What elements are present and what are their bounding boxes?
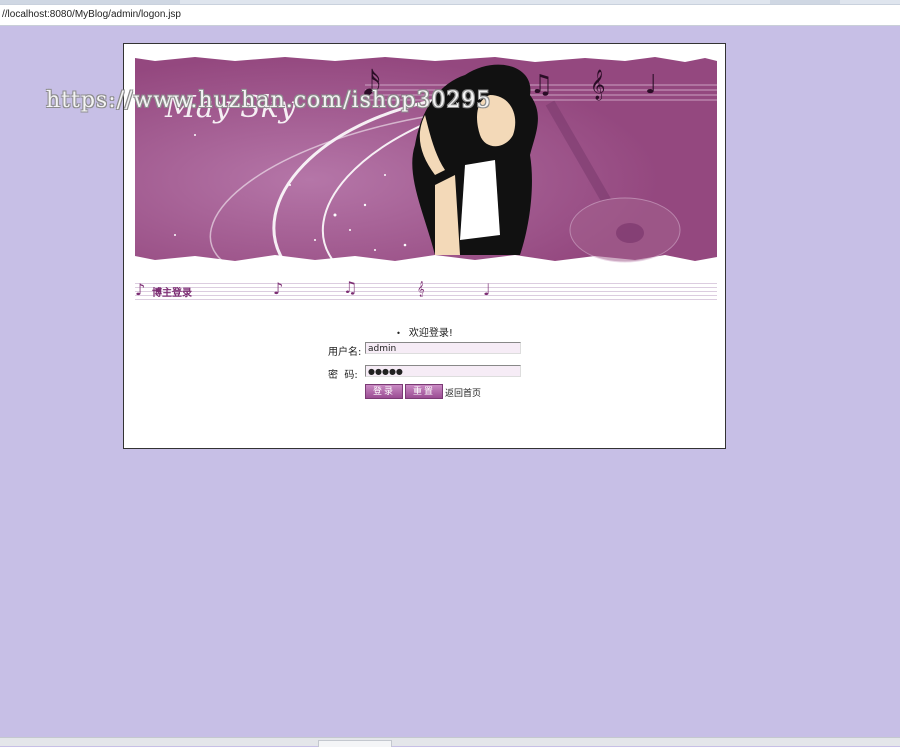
svg-text:𝄞: 𝄞 <box>590 69 605 101</box>
password-label: 密 码: <box>328 370 358 381</box>
url-text[interactable]: //localhost:8080/MyBlog/admin/logon.jsp <box>2 9 181 20</box>
banner-image: 𝅘𝅥𝅯 ♫ 𝄞 ♩ May Sky <box>135 55 717 263</box>
username-input[interactable]: admin <box>365 342 521 354</box>
banner-logo-text: May Sky <box>164 90 297 125</box>
banner-illustration: 𝅘𝅥𝅯 ♫ 𝄞 ♩ May Sky <box>135 55 717 263</box>
svg-text:𝅘𝅥𝅯: 𝅘𝅥𝅯 <box>363 64 381 104</box>
address-bar[interactable]: //localhost:8080/MyBlog/admin/logon.jsp <box>0 5 900 26</box>
treble-clef-icon: 𝄞 <box>417 282 425 297</box>
welcome-message: • 欢迎登录! <box>124 324 725 339</box>
music-note-icon: ♪ <box>273 279 284 298</box>
home-link[interactable]: 返回首页 <box>445 386 481 399</box>
quarter-note-icon: ♩ <box>483 280 491 299</box>
reset-button[interactable]: 重置 <box>405 384 443 399</box>
section-title: 博主登录 <box>152 288 192 299</box>
svg-text:♩: ♩ <box>645 70 657 100</box>
browser-tab[interactable] <box>770 0 840 4</box>
status-tab[interactable] <box>318 740 392 747</box>
username-label: 用户名: <box>328 347 362 358</box>
bullet-icon: • <box>396 329 401 338</box>
browser-tab[interactable] <box>0 0 180 4</box>
svg-text:♫: ♫ <box>530 70 553 100</box>
login-panel: 𝅘𝅥𝅯 ♫ 𝄞 ♩ May Sky ♪ 博主登录 ♪ ♫ 𝄞 ♩ • 欢迎登录! … <box>123 43 726 449</box>
login-button[interactable]: 登录 <box>365 384 403 399</box>
music-note-icon: ♪ <box>135 280 146 299</box>
beamed-notes-icon: ♫ <box>343 278 358 297</box>
section-header: ♪ 博主登录 ♪ ♫ 𝄞 ♩ <box>135 280 717 302</box>
password-input[interactable]: ●●●●● <box>365 365 521 377</box>
welcome-text: 欢迎登录! <box>408 328 453 339</box>
